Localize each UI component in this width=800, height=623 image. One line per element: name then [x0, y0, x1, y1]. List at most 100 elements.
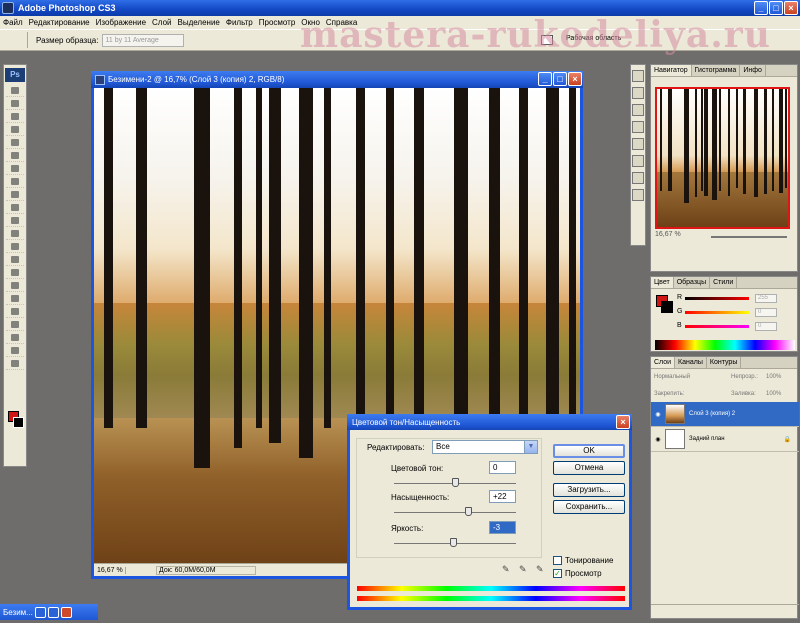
color-background-swatch[interactable] — [661, 301, 673, 313]
tab-navigator[interactable]: Навигатор — [651, 65, 692, 76]
blue-bar[interactable] — [685, 325, 749, 328]
menu-view[interactable]: Просмотр — [256, 18, 299, 27]
clone-stamp-tool-icon[interactable] — [6, 189, 24, 201]
brush-tool-icon[interactable] — [6, 176, 24, 188]
tab-paths[interactable]: Контуры — [707, 357, 742, 368]
edit-select[interactable]: Все ▼ — [432, 440, 538, 454]
layer-name[interactable]: Задний план — [689, 436, 725, 442]
shape-tool-icon[interactable] — [6, 306, 24, 318]
menu-select[interactable]: Выделение — [174, 18, 222, 27]
healing-brush-tool-icon[interactable] — [6, 163, 24, 175]
type-tool-icon[interactable] — [6, 280, 24, 292]
preview-row[interactable]: ✓ Просмотр — [553, 569, 602, 578]
taskbar-maximize-icon[interactable] — [47, 606, 59, 618]
zoom-tool-icon[interactable] — [6, 358, 24, 370]
lasso-tool-icon[interactable] — [6, 111, 24, 123]
eyedropper-tool-icon[interactable] — [6, 332, 24, 344]
doc-close-button[interactable]: × — [568, 72, 582, 86]
red-slider[interactable]: R 255 — [677, 294, 787, 303]
blend-mode-select[interactable]: Нормальный — [654, 374, 690, 380]
menu-layer[interactable]: Слой — [149, 18, 174, 27]
eyedropper-icon[interactable]: ✎ — [502, 564, 512, 574]
red-bar[interactable] — [685, 297, 749, 300]
color-spectrum[interactable] — [655, 340, 795, 350]
paragraph-panel-icon[interactable] — [632, 172, 644, 184]
slice-tool-icon[interactable] — [6, 150, 24, 162]
marquee-tool-icon[interactable] — [6, 98, 24, 110]
crop-tool-icon[interactable] — [6, 137, 24, 149]
tool-presets-panel-icon[interactable] — [632, 104, 644, 116]
workspace-icon[interactable] — [541, 35, 553, 45]
blur-tool-icon[interactable] — [6, 241, 24, 253]
menu-edit[interactable]: Редактирование — [26, 18, 93, 27]
layer-row[interactable]: ◉ Задний план 🔒 — [651, 427, 799, 452]
actions-panel-icon[interactable] — [632, 87, 644, 99]
layer-comps-panel-icon[interactable] — [632, 189, 644, 201]
zoom-level[interactable]: 16,67 % — [94, 566, 126, 574]
chevron-down-icon[interactable]: ▼ — [524, 441, 537, 453]
layer-name[interactable]: Слой 3 (копия) 2 — [689, 411, 735, 417]
eyedropper-tool-icon[interactable] — [6, 32, 28, 48]
history-panel-icon[interactable] — [632, 138, 644, 150]
tab-layers[interactable]: Слои — [651, 357, 676, 368]
character-panel-icon[interactable] — [632, 155, 644, 167]
green-slider[interactable]: G 0 — [677, 308, 787, 317]
gradient-tool-icon[interactable] — [6, 228, 24, 240]
menu-image[interactable]: Изображение — [93, 18, 149, 27]
lightness-input[interactable]: -3 — [489, 521, 516, 534]
notes-tool-icon[interactable] — [6, 319, 24, 331]
tab-channels[interactable]: Каналы — [675, 357, 707, 368]
layer-row[interactable]: ◉ Слой 3 (копия) 2 — [651, 402, 799, 427]
saturation-slider-thumb[interactable] — [465, 507, 473, 516]
brushes-panel-icon[interactable] — [632, 70, 644, 82]
tab-histogram[interactable]: Гистограмма — [692, 65, 741, 76]
tab-swatches[interactable]: Образцы — [674, 277, 711, 288]
eraser-tool-icon[interactable] — [6, 215, 24, 227]
preview-checkbox[interactable]: ✓ — [553, 569, 562, 578]
menu-filter[interactable]: Фильтр — [223, 18, 256, 27]
save-button[interactable]: Сохранить... — [553, 500, 625, 514]
document-title-bar[interactable]: Безимени-2 @ 16,7% (Слой 3 (копия) 2, RG… — [91, 71, 583, 88]
opacity-value[interactable]: 100% — [766, 374, 781, 380]
dialog-title-bar[interactable]: Цветовой тон/Насыщенность × — [347, 414, 632, 430]
menu-file[interactable]: Файл — [0, 18, 26, 27]
navigator-preview[interactable] — [655, 87, 790, 229]
eye-icon[interactable]: ◉ — [651, 436, 665, 443]
blue-slider[interactable]: B 0 — [677, 322, 787, 331]
eyedropper-minus-icon[interactable]: ✎ — [536, 564, 546, 574]
history-brush-tool-icon[interactable] — [6, 202, 24, 214]
doc-minimize-button[interactable]: _ — [538, 72, 552, 86]
maximize-button[interactable]: □ — [769, 1, 783, 15]
colorize-checkbox[interactable] — [553, 556, 562, 565]
taskbar-close-icon[interactable] — [60, 606, 72, 618]
dialog-close-button[interactable]: × — [616, 415, 630, 429]
sample-size-select[interactable]: 11 by 11 Average — [102, 33, 185, 47]
minimize-button[interactable]: _ — [754, 1, 768, 15]
tab-color[interactable]: Цвет — [651, 277, 674, 288]
load-button[interactable]: Загрузить... — [553, 483, 625, 497]
lightness-slider-thumb[interactable] — [450, 538, 458, 547]
cancel-button[interactable]: Отмена — [553, 461, 625, 475]
eye-icon[interactable]: ◉ — [651, 411, 665, 418]
taskbar-restore-icon[interactable] — [34, 606, 46, 618]
eyedropper-plus-icon[interactable]: ✎ — [519, 564, 529, 574]
tab-info[interactable]: Инфо — [740, 65, 766, 76]
document-info[interactable]: Док: 60,0M/60,0M — [156, 565, 256, 575]
move-tool-icon[interactable] — [6, 85, 24, 97]
dodge-tool-icon[interactable] — [6, 254, 24, 266]
fill-value[interactable]: 100% — [766, 391, 781, 397]
magic-wand-tool-icon[interactable] — [6, 124, 24, 136]
path-selection-tool-icon[interactable] — [6, 293, 24, 305]
colorize-row[interactable]: Тонирование — [553, 556, 613, 565]
saturation-input[interactable]: +22 — [489, 490, 516, 503]
tab-styles[interactable]: Стили — [710, 277, 738, 288]
green-value[interactable]: 0 — [755, 308, 777, 317]
clone-source-panel-icon[interactable] — [632, 121, 644, 133]
pen-tool-icon[interactable] — [6, 267, 24, 279]
blue-value[interactable]: 0 — [755, 322, 777, 331]
menu-window[interactable]: Окно — [298, 18, 323, 27]
hand-tool-icon[interactable] — [6, 345, 24, 357]
saturation-slider-track[interactable] — [394, 512, 516, 513]
workspace-menu[interactable]: Рабочая область — [566, 35, 621, 42]
green-bar[interactable] — [685, 311, 749, 314]
